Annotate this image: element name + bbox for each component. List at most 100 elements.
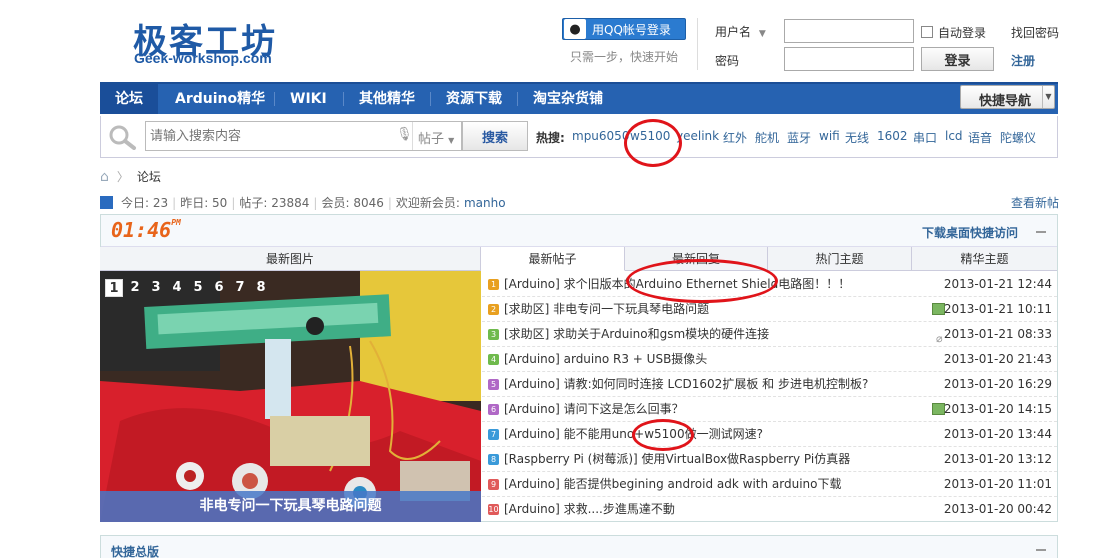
search-divider <box>412 122 413 150</box>
bar-chart-icon <box>100 196 113 209</box>
post-date: 2013-01-20 16:29 <box>943 377 1052 391</box>
username-label[interactable]: 用户名 ▼ <box>715 23 766 40</box>
post-date: 2013-01-21 08:33 <box>943 327 1052 341</box>
chevron-down-icon: ▼ <box>1042 86 1054 108</box>
slideshow-caption[interactable]: 非电专问一下玩具琴电路问题 <box>100 491 481 522</box>
stat-today: 今日: 23 <box>121 196 169 210</box>
hot-word[interactable]: wifi <box>819 129 840 143</box>
slide-page-5[interactable]: 5 <box>189 279 207 297</box>
rank-badge: 5 <box>488 379 499 390</box>
post-title[interactable]: [Arduino] 求救....步進馬達不動 <box>504 497 675 522</box>
username-input[interactable] <box>784 19 914 43</box>
post-row[interactable]: 2 [求助区] 非电专问一下玩具琴电路问题 2013-01-21 10:11 <box>482 297 1057 322</box>
post-row[interactable]: 3 [求助区] 求助关于Arduino和gsm模块的硬件连接 ⌀ 2013-01… <box>482 322 1057 347</box>
rank-badge: 7 <box>488 429 499 440</box>
hot-word[interactable]: 无线 <box>845 129 869 146</box>
nav-item-forum[interactable]: 论坛 <box>100 84 158 114</box>
breadcrumb-current[interactable]: 论坛 <box>137 168 161 185</box>
search-input-wrap[interactable]: 🎙 帖子 ▼ <box>145 121 462 151</box>
post-date: 2013-01-20 00:42 <box>943 502 1052 516</box>
post-date: 2013-01-21 12:44 <box>943 277 1052 291</box>
post-row[interactable]: 6 [Arduino] 请问下这是怎么回事？ 2013-01-20 14:15 <box>482 397 1057 422</box>
clock-time: 01:46 <box>111 218 172 242</box>
hot-word[interactable]: 1602 <box>877 129 908 143</box>
post-row[interactable]: 10 [Arduino] 求救....步進馬達不動 2013-01-20 00:… <box>482 497 1057 522</box>
rank-badge: 8 <box>488 454 499 465</box>
tab-latest-posts[interactable]: 最新帖子 <box>481 247 625 271</box>
microphone-icon[interactable]: 🎙 <box>396 127 413 142</box>
slide-page-6[interactable]: 6 <box>210 279 228 297</box>
post-title[interactable]: [Raspberry Pi (树莓派)] 使用VirtualBox做Raspbe… <box>504 447 850 472</box>
quick-nav-button[interactable]: 快捷导航 ▼ <box>960 85 1055 109</box>
stat-separator: | <box>172 195 177 210</box>
search-button[interactable]: 搜索 <box>462 121 528 151</box>
slide-page-2[interactable]: 2 <box>126 279 144 297</box>
tab-latest-images[interactable]: 最新图片 <box>100 247 481 271</box>
post-title[interactable]: [求助区] 求助关于Arduino和gsm模块的硬件连接 <box>504 322 769 347</box>
login-button[interactable]: 登录 <box>921 47 994 71</box>
collapse-icon[interactable] <box>1036 549 1046 551</box>
download-desktop-link[interactable]: 下载桌面快捷访问 <box>922 224 1018 241</box>
stat-posts: 帖子: 23884 <box>239 196 310 210</box>
nav-item-wiki[interactable]: WIKI <box>275 84 342 114</box>
post-row[interactable]: 9 [Arduino] 能否提供begining android adk wit… <box>482 472 1057 497</box>
nav-item-other[interactable]: 其他精华 <box>344 84 430 114</box>
search-input[interactable] <box>150 127 390 145</box>
slide-page-7[interactable]: 7 <box>231 279 249 297</box>
tab-hot-topics[interactable]: 热门主题 <box>768 247 912 271</box>
post-title[interactable]: [Arduino] 请教:如何同时连接 LCD1602扩展板 和 步进电机控制板… <box>504 372 868 397</box>
hot-word[interactable]: 串口 <box>913 129 937 146</box>
search-type-select[interactable]: 帖子 ▼ <box>418 128 454 147</box>
slide-page-8[interactable]: 8 <box>252 279 270 297</box>
post-row[interactable]: 5 [Arduino] 请教:如何同时连接 LCD1602扩展板 和 步进电机控… <box>482 372 1057 397</box>
hot-word[interactable]: lcd <box>945 129 963 143</box>
rank-badge: 4 <box>488 354 499 365</box>
hot-word[interactable]: 语音 <box>968 129 992 146</box>
find-password-link[interactable]: 找回密码 <box>1011 24 1059 41</box>
post-title[interactable]: [Arduino] 能否提供begining android adk with … <box>504 472 841 497</box>
bottom-panel-title[interactable]: 快捷总版 <box>111 543 159 558</box>
nav-item-taobao[interactable]: 淘宝杂货铺 <box>518 84 618 114</box>
slide-page-4[interactable]: 4 <box>168 279 186 297</box>
clock: 01:46PM <box>111 218 181 242</box>
hot-word[interactable]: 蓝牙 <box>787 129 811 146</box>
nav-item-downloads[interactable]: 资源下载 <box>431 84 517 114</box>
stat-yesterday: 昨日: 50 <box>180 196 228 210</box>
hot-word[interactable]: yeelink <box>676 129 719 143</box>
view-new-posts-link[interactable]: 查看新帖 <box>1011 194 1059 211</box>
post-row[interactable]: 4 [Arduino] arduino R3 + USB摄像头 2013-01-… <box>482 347 1057 372</box>
site-logo-subtitle[interactable]: Geek-workshop.com <box>134 50 272 66</box>
nav-item-arduino[interactable]: Arduino精华 <box>160 84 280 114</box>
welcome-label: 欢迎新会员: <box>395 196 460 210</box>
stat-members: 会员: 8046 <box>321 196 384 210</box>
qq-login-button[interactable]: ● 用QQ帐号登录 <box>562 18 686 40</box>
auto-login-checkbox[interactable] <box>921 26 933 38</box>
post-date: 2013-01-20 13:44 <box>943 427 1052 441</box>
post-row[interactable]: 8 [Raspberry Pi (树莓派)] 使用VirtualBox做Rasp… <box>482 447 1057 472</box>
slide-page-3[interactable]: 3 <box>147 279 165 297</box>
password-input[interactable] <box>784 47 914 71</box>
quick-nav-label: 快捷导航 <box>979 94 1032 109</box>
home-icon[interactable]: ⌂ <box>100 169 109 185</box>
post-row[interactable]: 7 [Arduino] 能不能用uno+w5100做一测试网速? 2013-01… <box>482 422 1057 447</box>
slideshow-image[interactable] <box>100 271 481 522</box>
slide-page-1[interactable]: 1 <box>105 279 123 297</box>
register-link[interactable]: 注册 <box>1011 52 1035 69</box>
post-title[interactable]: [Arduino] arduino R3 + USB摄像头 <box>504 347 707 372</box>
hot-word[interactable]: 红外 <box>723 129 747 146</box>
chevron-down-icon: ▼ <box>758 29 766 39</box>
search-type-label: 帖子 <box>418 132 445 147</box>
post-date: 2013-01-20 14:15 <box>943 402 1052 416</box>
collapse-icon[interactable] <box>1036 231 1046 233</box>
annotation-circle <box>632 419 694 451</box>
tab-digest-topics[interactable]: 精华主题 <box>912 247 1057 271</box>
post-date: 2013-01-21 10:11 <box>943 302 1052 316</box>
magnifier-icon <box>108 124 138 153</box>
hot-word[interactable]: mpu6050 <box>572 129 629 143</box>
new-member-link[interactable]: manho <box>464 196 506 210</box>
slideshow-photo <box>100 271 481 522</box>
hot-word[interactable]: 陀螺仪 <box>1000 129 1036 146</box>
qq-penguin-icon: ● <box>564 19 586 39</box>
breadcrumb: ⌂ 〉 论坛 <box>100 168 161 185</box>
hot-word[interactable]: 舵机 <box>755 129 779 146</box>
